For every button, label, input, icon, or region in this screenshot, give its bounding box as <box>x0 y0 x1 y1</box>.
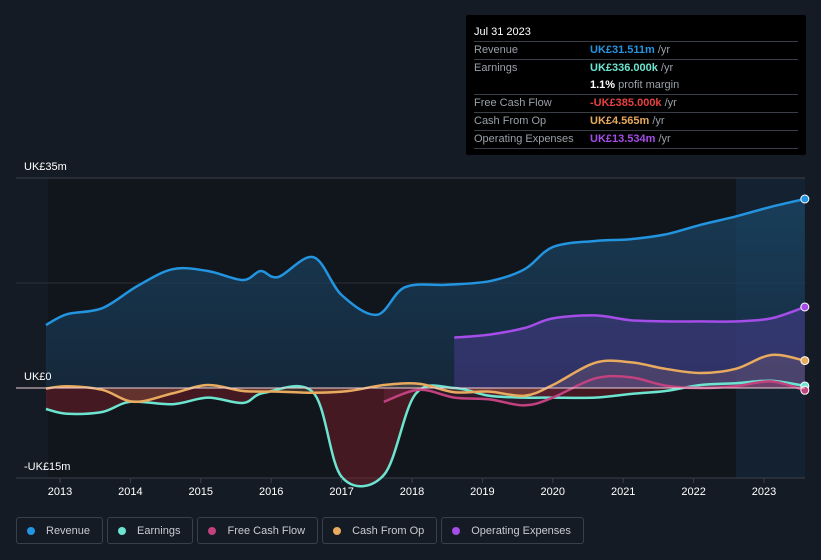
legend-dot-icon <box>452 526 461 535</box>
tooltip-row: Free Cash Flow -UK£385.000k/yr <box>474 95 798 113</box>
tooltip-row: Operating Expenses UK£13.534m/yr <box>474 131 798 149</box>
legend-label: Free Cash Flow <box>227 524 306 537</box>
tooltip-date: Jul 31 2023 <box>474 23 798 42</box>
tooltip-value: UK£13.534m <box>590 133 656 145</box>
tooltip-value: UK£4.565m <box>590 115 650 127</box>
tooltip-value: UK£336.000k <box>590 62 658 74</box>
legend-dot-icon <box>118 526 127 535</box>
legend-label: Cash From Op <box>352 524 425 537</box>
legend-dot-icon <box>27 526 35 535</box>
x-tick-label: 2021 <box>611 486 635 498</box>
tooltip-value: -UK£385.000k <box>590 97 662 109</box>
legend-label: Operating Expenses <box>471 524 571 537</box>
legend-item-earnings[interactable]: Earnings <box>107 517 194 544</box>
revenue-end-marker <box>800 194 810 204</box>
tooltip-row: Revenue UK£31.511m/yr <box>474 42 798 60</box>
tooltip-label: Free Cash Flow <box>474 97 552 109</box>
legend-item-free-cash-flow[interactable]: Free Cash Flow <box>197 517 319 544</box>
y-tick-label: -UK£15m <box>24 461 70 473</box>
legend-item-operating-expenses[interactable]: Operating Expenses <box>441 517 584 544</box>
x-tick-label: 2018 <box>400 486 424 498</box>
x-tick-label: 2014 <box>118 486 142 498</box>
tooltip-label: Earnings <box>474 62 518 74</box>
y-tick-label: UK£35m <box>24 161 67 173</box>
x-tick-label: 2022 <box>681 486 705 498</box>
tooltip-unit: /yr <box>652 115 665 127</box>
tooltip-row: 1.1% profit margin <box>474 77 798 95</box>
y-tick-label: UK£0 <box>24 371 52 383</box>
legend-dot-icon <box>333 526 342 535</box>
legend: Revenue Earnings Free Cash Flow Cash From O… <box>16 517 584 544</box>
x-tick-label: 2020 <box>541 486 565 498</box>
tooltip-label <box>474 77 590 94</box>
tooltip-unit: /yr <box>660 62 674 74</box>
tooltip-row: Cash From Op UK£4.565m/yr <box>474 113 798 131</box>
tooltip-label: Revenue <box>474 44 519 56</box>
tooltip-unit: profit margin <box>618 79 680 91</box>
x-tick-label: 2016 <box>259 486 283 498</box>
x-tick-label: 2015 <box>189 486 213 498</box>
legend-item-cash-from-op[interactable]: Cash From Op <box>322 517 438 544</box>
x-tick-label: 2017 <box>329 486 353 498</box>
operating-expenses-end-marker <box>800 302 810 312</box>
tooltip-value: UK£31.511m <box>590 44 655 56</box>
legend-dot-icon <box>208 526 217 535</box>
tooltip-value: 1.1% <box>590 79 616 91</box>
legend-item-revenue[interactable]: Revenue <box>16 517 104 544</box>
legend-label: Earnings <box>137 524 181 537</box>
x-axis: 2013 2014 2015 2016 2017 2018 2019 2020 2021 2022… <box>48 478 776 498</box>
x-tick-label: 2013 <box>48 486 72 498</box>
tooltip-unit: /yr <box>664 97 677 109</box>
x-tick-label: 2023 <box>752 486 776 498</box>
tooltip-row: Earnings UK£336.000k/yr <box>474 60 798 77</box>
tooltip: Jul 31 2023 Revenue UK£31.511m/yr Earnings… <box>466 15 806 155</box>
tooltip-unit: /yr <box>658 133 671 145</box>
tooltip-label: Operating Expenses <box>474 133 574 145</box>
tooltip-label: Cash From Op <box>474 115 547 127</box>
tooltip-unit: /yr <box>657 44 671 56</box>
cash-from-op-end-marker <box>800 356 810 366</box>
x-tick-label: 2019 <box>470 486 494 498</box>
legend-label: Revenue <box>46 524 91 537</box>
